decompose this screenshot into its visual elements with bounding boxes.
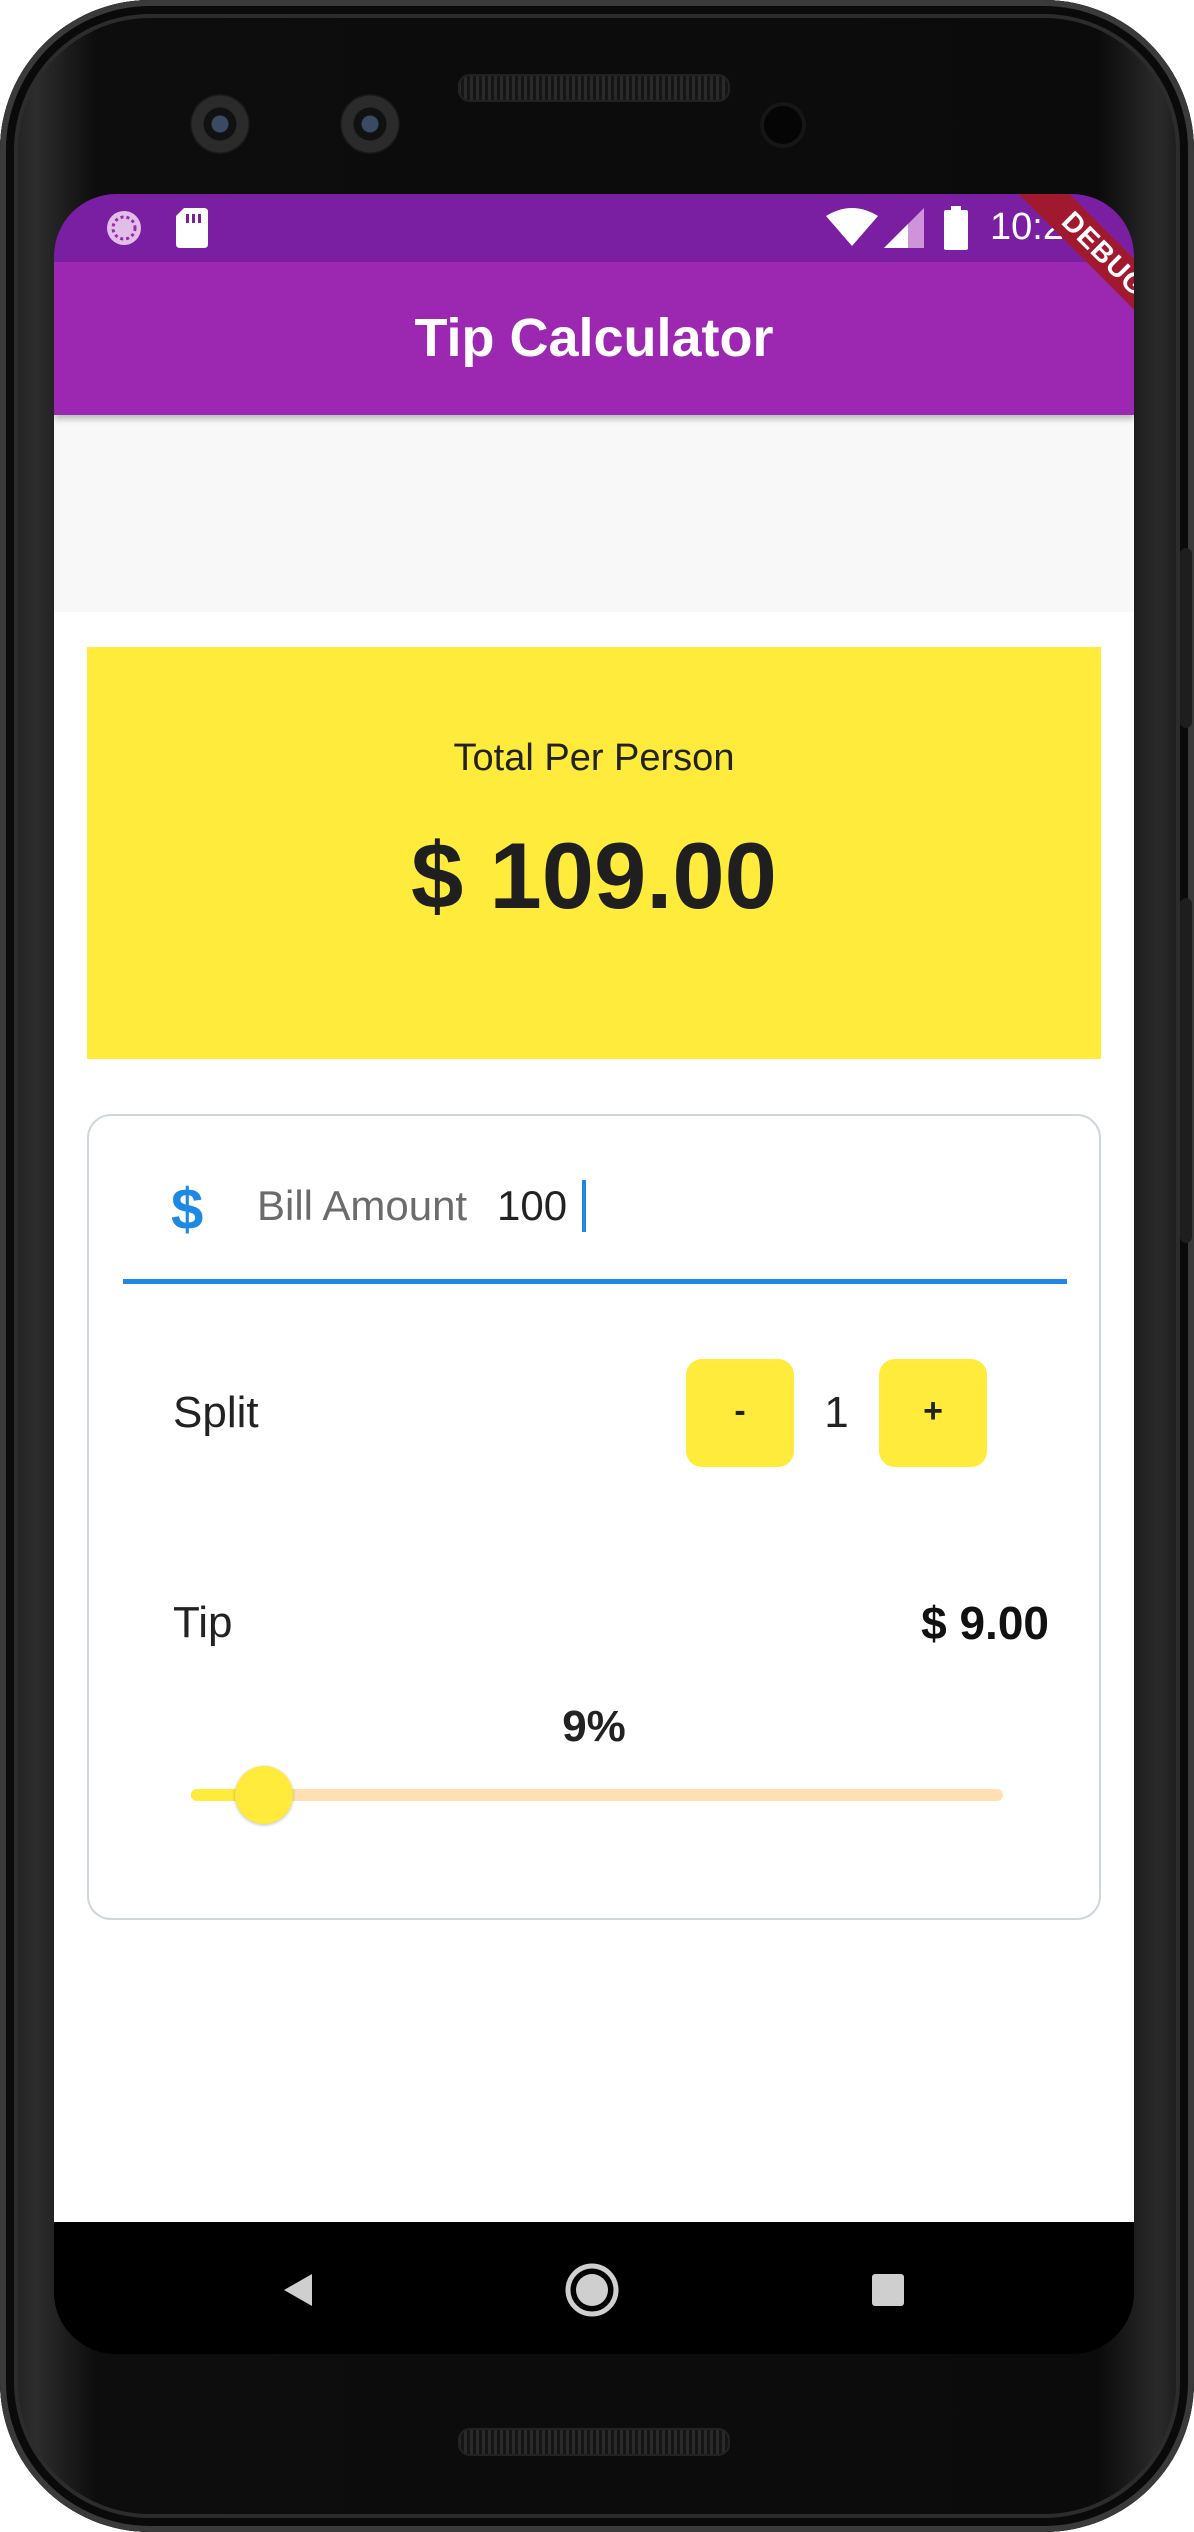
calculator-form-card: $ Bill Amount 100 Split - 1 + Tip $ 9.00… [87,1114,1101,1920]
status-bar: 10:23 [54,194,1134,262]
tip-slider[interactable] [191,1766,1003,1824]
proximity-sensor [764,106,802,144]
recents-icon[interactable] [870,2272,906,2308]
bill-amount-underline [123,1279,1067,1284]
power-button [1180,548,1192,728]
total-per-person-card: Total Per Person $ 109.00 [87,647,1101,1059]
sync-icon [107,211,141,245]
app-body: Total Per Person $ 109.00 $ Bill Amount … [54,415,1134,2222]
split-count: 1 [824,1388,849,1437]
tip-slider-thumb[interactable] [235,1766,293,1824]
signal-icon [884,208,924,248]
split-label: Split [173,1388,259,1437]
dollar-icon: $ [171,1177,204,1242]
total-per-person-label: Total Per Person [453,737,735,779]
decrease-split-button[interactable]: - [686,1359,794,1467]
front-camera-icon [190,94,250,154]
sim-card-icon [176,208,208,248]
battery-icon [944,206,968,250]
earpiece-speaker [458,74,730,102]
total-per-person-value: $ 109.00 [411,823,777,928]
tip-label: Tip [173,1598,233,1647]
increase-split-button[interactable]: + [879,1359,987,1467]
bottom-speaker [458,2428,730,2456]
top-spacer [54,415,1134,612]
wifi-icon [826,208,878,246]
back-icon[interactable] [278,2270,318,2310]
front-camera-icon [340,94,400,154]
home-icon[interactable] [564,2262,620,2318]
tip-amount: $ 9.00 [921,1597,1049,1649]
bill-amount-label: Bill Amount [257,1182,468,1229]
tip-percent: 9% [562,1702,626,1751]
bill-amount-input[interactable]: 100 [497,1182,567,1230]
app-bar: Tip Calculator [54,262,1134,415]
text-cursor [582,1180,586,1232]
navigation-bar [54,2222,1134,2354]
volume-button [1180,898,1192,1243]
screen: 10:23 DEBUG Tip Calculator Total Per Per… [54,194,1134,2354]
app-title: Tip Calculator [414,308,774,368]
